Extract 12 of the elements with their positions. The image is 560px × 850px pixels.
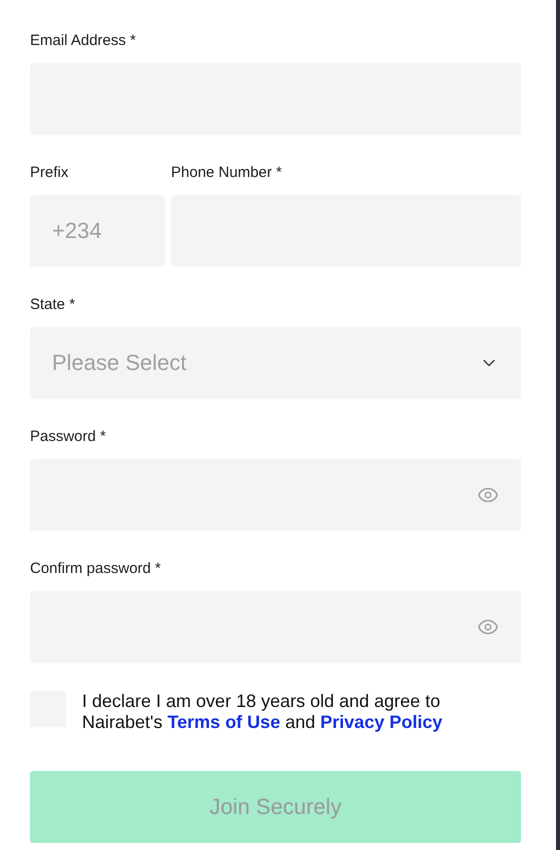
- field-label: State *: [30, 295, 76, 315]
- field-label: Password *: [30, 427, 106, 447]
- password-field[interactable]: [30, 459, 521, 531]
- policy-link[interactable]: Terms of Use: [168, 712, 280, 732]
- field-label: Prefix: [30, 163, 68, 183]
- consent-text: I declare I am over 18 years old and agree to Nairabet's Terms of Use and Privacy Policy: [82, 691, 444, 733]
- policy-link[interactable]: Privacy Policy: [320, 712, 442, 732]
- password-field[interactable]: [30, 591, 521, 663]
- field-label: Confirm password *: [30, 559, 161, 579]
- prefix-field[interactable]: +234: [30, 195, 165, 267]
- field-label: Email Address *: [30, 31, 136, 51]
- field-label: Phone Number *: [171, 163, 282, 183]
